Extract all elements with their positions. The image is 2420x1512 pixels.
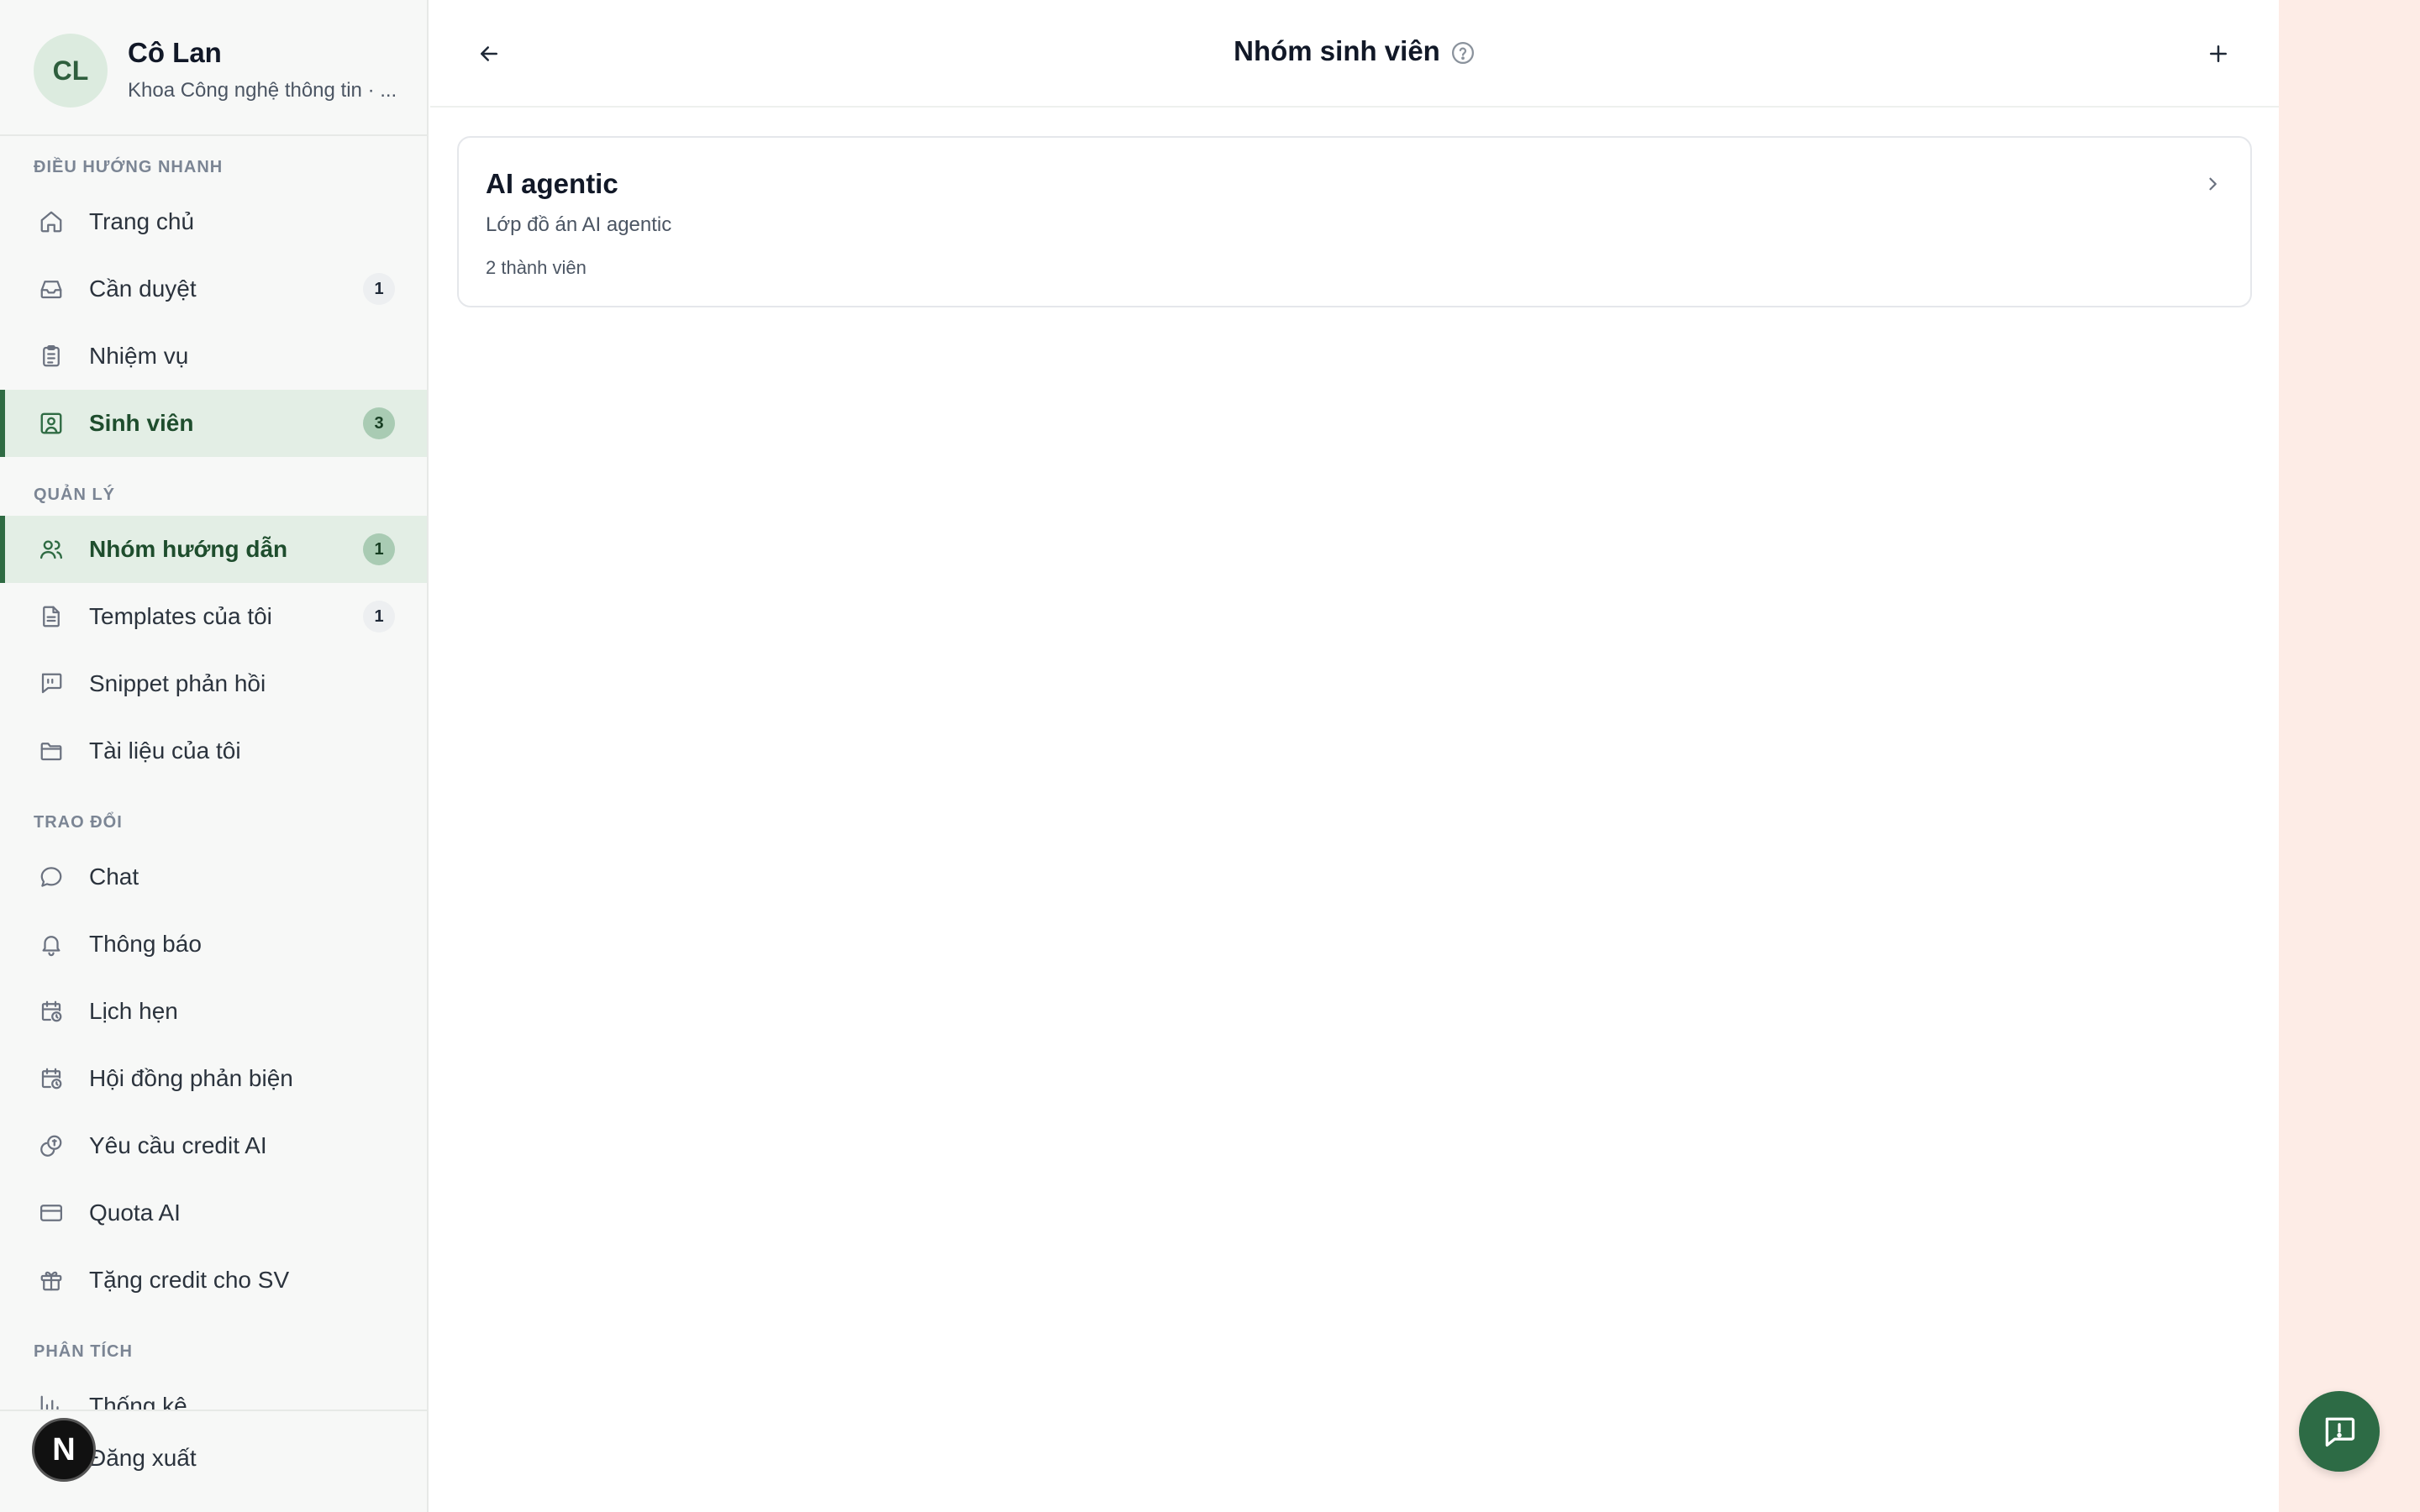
sidebar-item-tasks[interactable]: Nhiệm vụ [0,323,427,390]
profile-subtitle: Khoa Công nghệ thông tin · ... [128,79,397,102]
bell-icon [42,936,60,957]
group-card[interactable]: AI agentic Lớp đồ án AI agentic 2 thành … [457,136,2252,307]
group-description: Lớp đồ án AI agentic [486,213,672,236]
calendar-clock-icon [41,1000,62,1022]
sidebar-item-snippets[interactable]: Snippet phản hồi [0,650,427,717]
profile-header[interactable]: CL Cô Lan Khoa Công nghệ thông tin · ... [0,0,427,136]
group-name: AI agentic [486,168,618,199]
add-group-button[interactable] [2198,34,2238,74]
sidebar-item-templates[interactable]: Templates của tôi 1 [0,583,427,650]
sidebar-item-gift-credit[interactable]: Tặng credit cho SV [0,1247,427,1314]
sidebar-item-students[interactable]: Sinh viên 3 [0,390,427,457]
sidebar-item-label: Yêu cầu credit AI [89,1132,267,1158]
home-icon [40,211,62,233]
inbox-icon [40,281,62,299]
sidebar-item-chat[interactable]: Chat [0,843,427,911]
plus-icon [2210,45,2227,62]
sidebar-item-label: Quota AI [89,1200,181,1226]
sidebar-item-label: Nhóm hướng dẫn [89,536,288,562]
sidebar-item-label: Thông báo [89,931,202,957]
sidebar-item-council[interactable]: Hội đồng phản biện [0,1045,427,1112]
count-badge: 3 [363,407,395,439]
sidebar-item-label: Hội đồng phản biện [89,1065,293,1091]
sidebar-item-label: Cần duyệt [89,276,197,302]
sidebar: CL Cô Lan Khoa Công nghệ thông tin · ...… [0,0,429,1512]
sidebar-item-notifications[interactable]: Thông báo [0,911,427,978]
feedback-button[interactable] [2299,1391,2380,1472]
credit-card-icon [40,1205,62,1221]
calendar-clock-icon [41,1068,62,1089]
sidebar-item-label: Snippet phản hồi [89,670,266,696]
section-quick-nav: ĐIỀU HƯỚNG NHANH [34,158,224,176]
logout-label: Đăng xuất [89,1445,197,1471]
sidebar-item-home[interactable]: Trang chủ [0,188,427,255]
gift-icon [40,1271,62,1291]
group-member-count: 2 thành viên [486,257,587,278]
sidebar-item-label: Lịch hẹn [89,998,178,1024]
profile-name: Cô Lan [128,37,222,68]
sidebar-item-label: Tặng credit cho SV [89,1267,290,1293]
avatar: CL [34,34,108,108]
page-header: Nhóm sinh viên [430,0,2279,108]
contact-card-icon [40,412,62,434]
section-analytics: PHÂN TÍCH [34,1342,133,1361]
section-manage: QUẢN LÝ [34,486,115,504]
folder-icon [40,743,62,761]
message-quote-icon [41,673,62,694]
sidebar-item-label: Templates của tôi [89,603,272,629]
chevron-right-icon [2209,177,2217,191]
sidebar-item-groups[interactable]: Nhóm hướng dẫn 1 [0,516,427,583]
sidebar-item-label: Chat [89,864,139,890]
users-icon [39,540,63,559]
sidebar-item-label: Trang chủ [89,208,195,234]
sidebar-item-review[interactable]: Cần duyệt 1 [0,255,427,323]
coins-icon [40,1135,62,1157]
sidebar-item-appointments[interactable]: Lịch hẹn [0,978,427,1045]
file-text-icon [43,606,60,627]
count-badge: 1 [363,273,395,305]
page-title: Nhóm sinh viên [430,35,2279,67]
right-side-panel [2279,0,2420,1512]
page-title-text: Nhóm sinh viên [1234,35,1440,66]
help-icon[interactable] [1450,40,1476,66]
section-exchange: TRAO ĐỔI [34,813,123,832]
dev-tools-badge[interactable]: N [32,1418,96,1482]
clipboard-icon [43,345,60,367]
sidebar-item-label: Sinh viên [89,410,194,436]
main-content: Nhóm sinh viên AI agentic Lớp đồ án AI a… [430,0,2279,1512]
sidebar-item-credit-request[interactable]: Yêu cầu credit AI [0,1112,427,1179]
sidebar-item-label: Nhiệm vụ [89,343,189,369]
message-alert-icon [2325,1417,2355,1447]
chat-bubble-icon [40,867,62,887]
count-badge: 1 [363,601,395,633]
count-badge: 1 [363,533,395,565]
sidebar-item-docs[interactable]: Tài liệu của tôi [0,717,427,785]
sidebar-item-quota[interactable]: Quota AI [0,1179,427,1247]
sidebar-item-label: Tài liệu của tôi [89,738,241,764]
